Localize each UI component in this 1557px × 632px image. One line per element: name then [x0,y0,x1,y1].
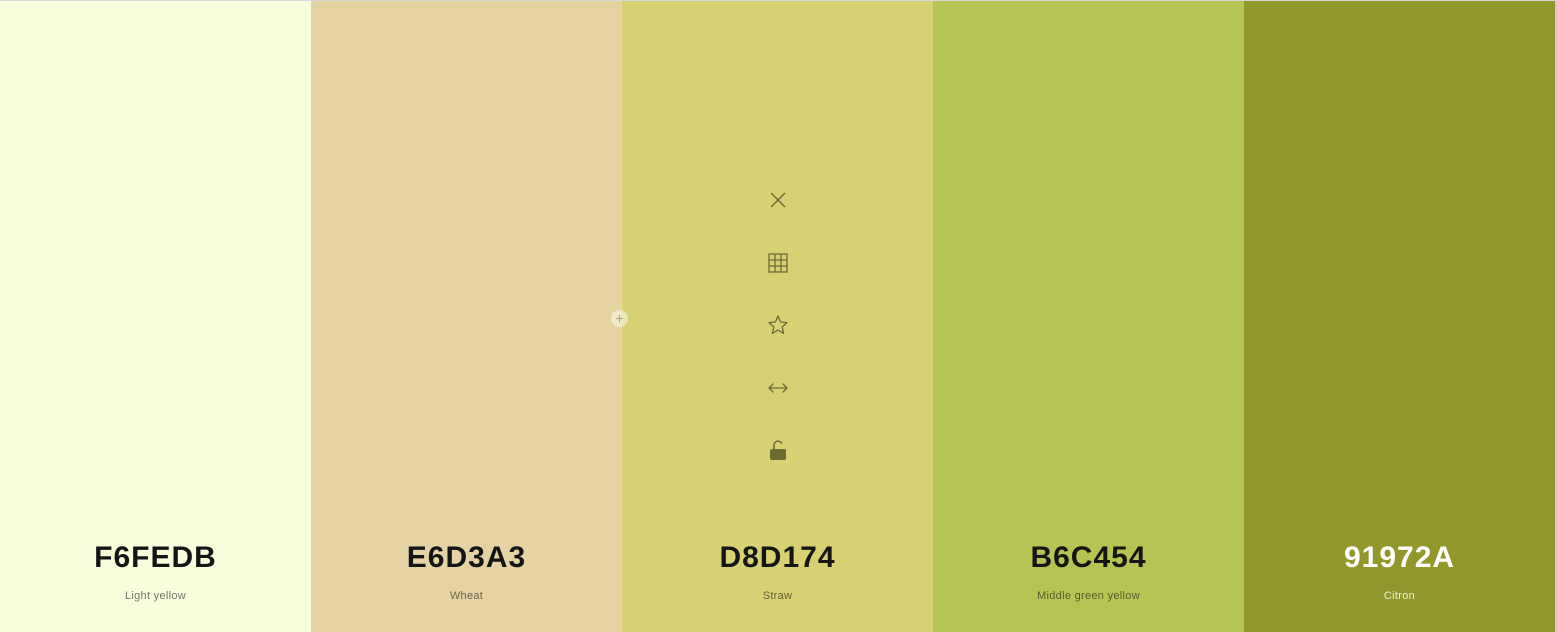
swatch-toolbar [764,186,792,499]
unlock-icon [769,440,786,460]
close-icon [770,192,785,208]
drag-color-button[interactable] [764,374,792,402]
swatch-straw[interactable]: D8D174 Straw [622,1,933,632]
remove-color-button[interactable] [764,186,792,214]
swatch-wheat[interactable]: E6D3A3 Wheat [311,1,622,632]
star-icon [767,315,788,335]
swatch-light-yellow[interactable]: F6FEDB Light yellow [0,1,311,632]
save-color-button[interactable] [764,311,792,339]
swatch-hex-code[interactable]: B6C454 [933,541,1244,575]
swatch-color-name[interactable]: Light yellow [0,590,311,602]
swatch-middle-green-yellow[interactable]: B6C454 Middle green yellow [933,1,1244,632]
add-color-button[interactable] [611,310,628,327]
swatch-color-name[interactable]: Straw [622,590,933,602]
view-shades-button[interactable] [764,249,792,277]
swatch-hex-code[interactable]: D8D174 [622,541,933,575]
swatch-color-name[interactable]: Wheat [311,590,622,602]
color-palette: F6FEDB Light yellow E6D3A3 Wheat D8D174 … [0,0,1555,632]
swatch-color-name[interactable]: Middle green yellow [933,590,1244,602]
lock-color-button[interactable] [764,436,792,464]
drag-arrows-icon [767,382,788,393]
plus-icon [616,315,623,322]
swatch-hex-code[interactable]: F6FEDB [0,541,311,575]
swatch-color-name[interactable]: Citron [1244,590,1555,602]
swatch-hex-code[interactable]: E6D3A3 [311,541,622,575]
grid-icon [767,252,788,273]
swatch-citron[interactable]: 91972A Citron [1244,1,1555,632]
swatch-hex-code[interactable]: 91972A [1244,541,1555,575]
